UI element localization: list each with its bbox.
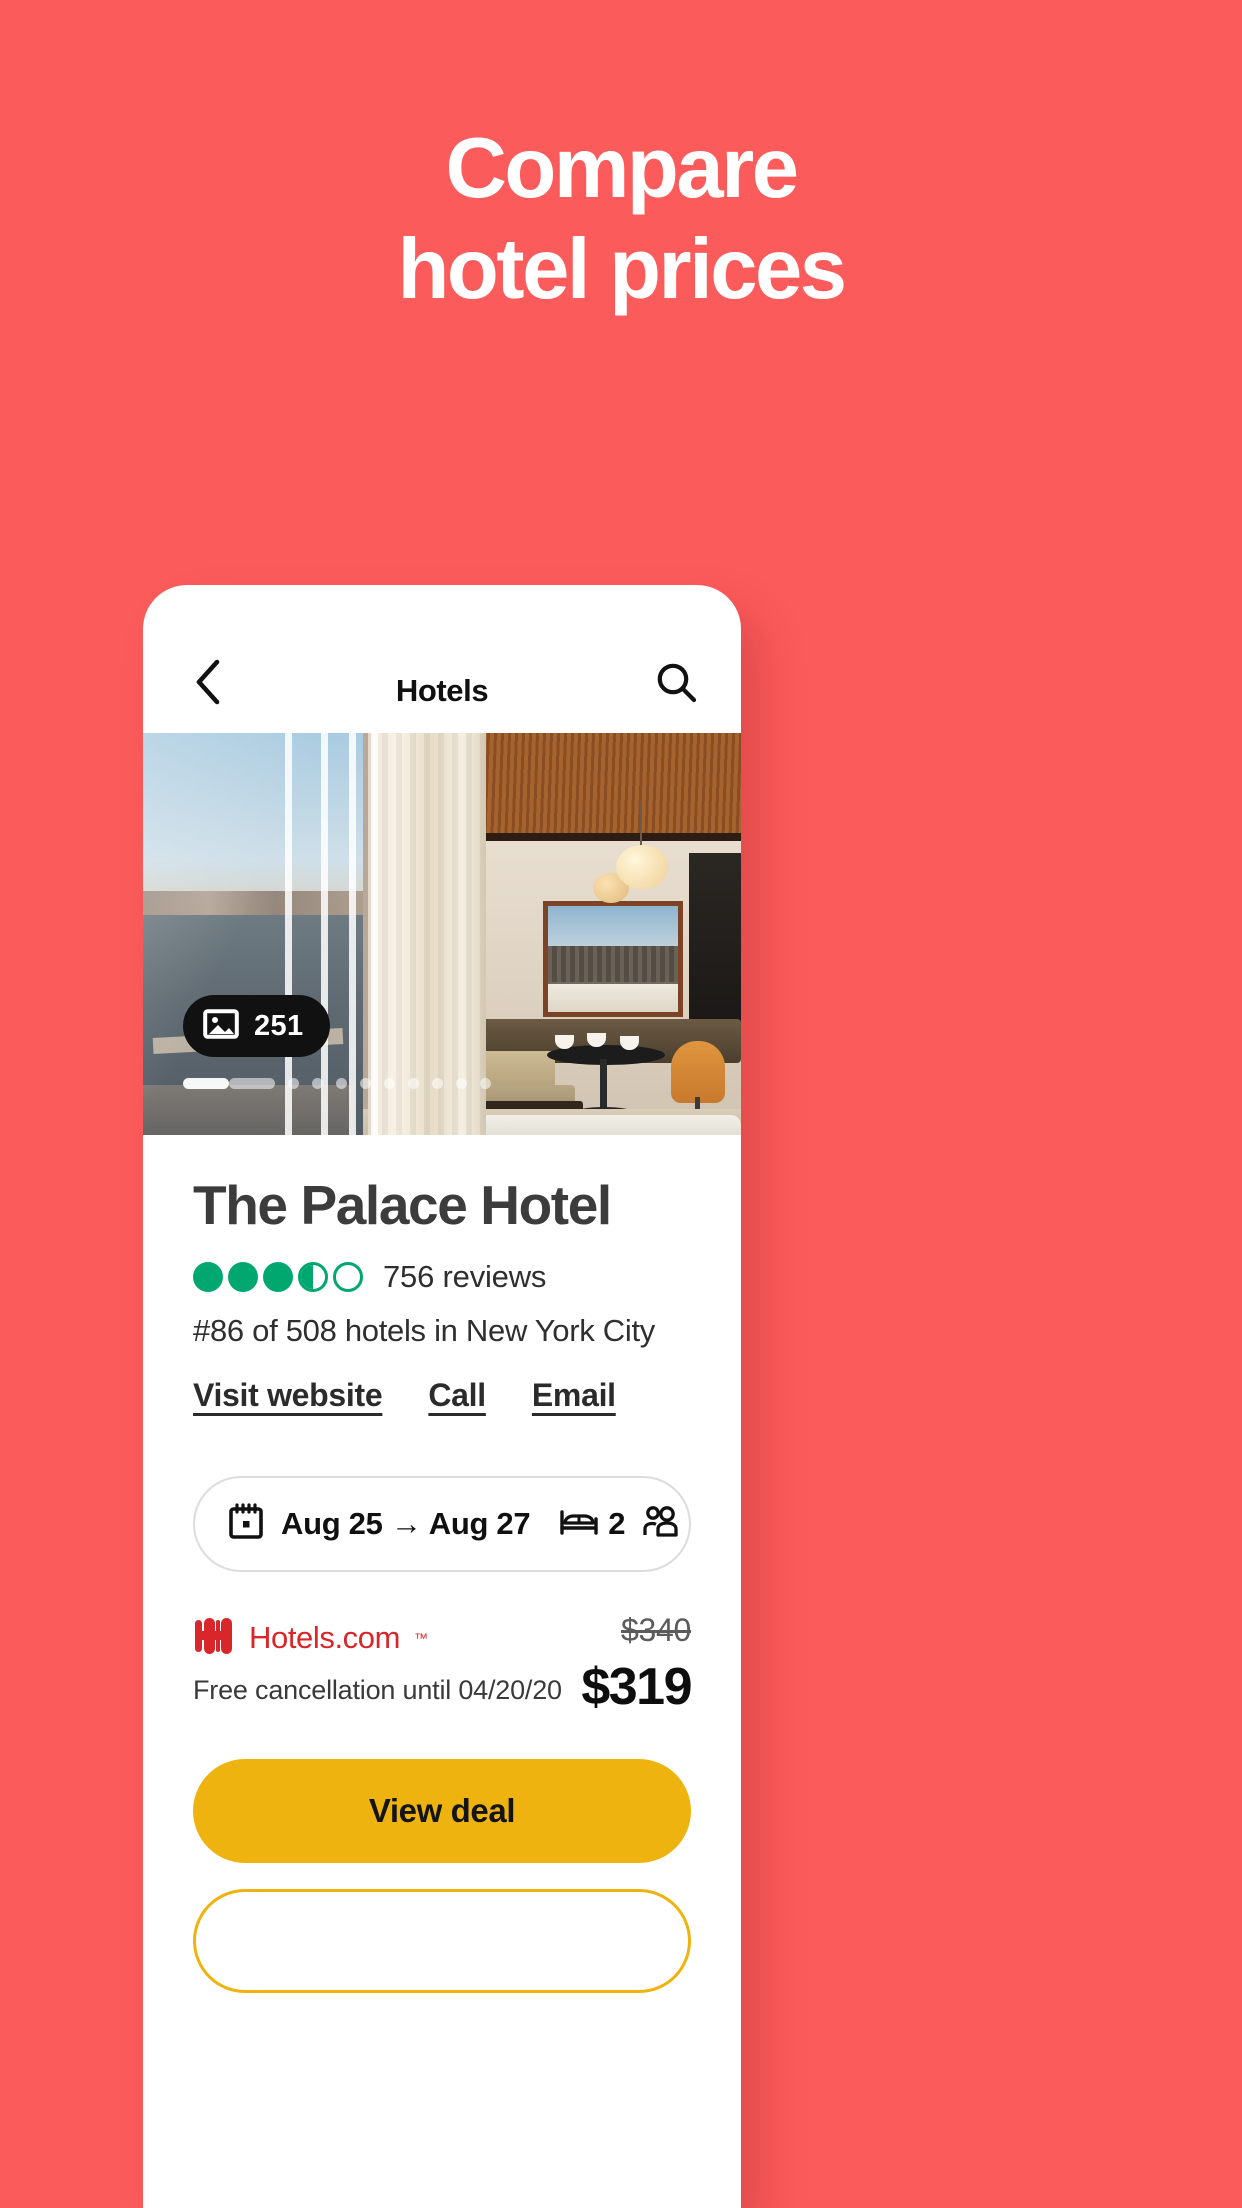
carousel-dot[interactable] bbox=[480, 1078, 491, 1089]
carousel-dot[interactable] bbox=[336, 1078, 347, 1089]
search-criteria-pill: Aug 25 → Aug 27 2 bbox=[193, 1475, 691, 1572]
carousel-dot[interactable] bbox=[432, 1078, 443, 1089]
promo-headline: Compare hotel prices bbox=[0, 126, 1242, 312]
carousel-dot[interactable] bbox=[408, 1078, 419, 1089]
carousel-dot[interactable] bbox=[360, 1078, 371, 1089]
deal-price-block: $340 $319 bbox=[581, 1611, 692, 1717]
provider-trademark: ™ bbox=[414, 1630, 429, 1647]
app-bar: Hotels bbox=[143, 585, 741, 733]
provider: Hotels.com ™ bbox=[193, 1616, 562, 1661]
rating-bubbles bbox=[193, 1261, 363, 1292]
photo-count-label: 251 bbox=[254, 1009, 304, 1042]
hotel-room-photo bbox=[143, 733, 741, 1135]
guests-field[interactable]: 2 bbox=[642, 1505, 689, 1542]
hotel-ranking: #86 of 508 hotels in New York City bbox=[193, 1312, 655, 1348]
date-range-selector[interactable]: Aug 25 → Aug 27 bbox=[195, 1478, 531, 1570]
rating-bubble-empty bbox=[333, 1261, 363, 1292]
reviews-count: 756 reviews bbox=[383, 1258, 547, 1294]
hotel-action-links: Visit website Call Email bbox=[193, 1377, 691, 1414]
promo-headline-line-2: hotel prices bbox=[397, 222, 847, 317]
rooms-count: 2 bbox=[608, 1505, 626, 1541]
search-icon bbox=[654, 660, 698, 709]
current-price: $319 bbox=[581, 1657, 692, 1716]
provider-name: Hotels.com bbox=[249, 1620, 401, 1656]
hotel-detail-content: The Palace Hotel 756 reviews #86 of 508 … bbox=[143, 1135, 741, 1995]
phone-mockup: Hotels 251 The Palace Hotel 756 reviews … bbox=[143, 585, 741, 2208]
hotel-name: The Palace Hotel bbox=[193, 1174, 612, 1236]
promo-headline-line-1: Compare bbox=[445, 121, 799, 216]
secondary-deal-button[interactable] bbox=[193, 1888, 691, 1993]
rating-bubble-filled bbox=[263, 1261, 293, 1292]
search-button[interactable] bbox=[649, 657, 703, 711]
calendar-icon bbox=[229, 1503, 263, 1544]
carousel-dots[interactable] bbox=[183, 1078, 491, 1089]
visit-website-link[interactable]: Visit website bbox=[193, 1377, 383, 1414]
rating-row: 756 reviews bbox=[193, 1259, 691, 1295]
rating-bubble-filled bbox=[193, 1261, 223, 1292]
carousel-dot[interactable] bbox=[312, 1078, 323, 1089]
carousel-dot[interactable] bbox=[384, 1078, 395, 1089]
call-link[interactable]: Call bbox=[428, 1377, 486, 1414]
image-icon bbox=[203, 1008, 239, 1044]
hotels-com-logo-icon bbox=[193, 1616, 235, 1661]
carousel-dot[interactable] bbox=[456, 1078, 467, 1089]
occupancy-selector[interactable]: 2 2 bbox=[530, 1478, 689, 1570]
deal-provider-block: Hotels.com ™ Free cancellation until 04/… bbox=[193, 1612, 562, 1706]
cancellation-policy: Free cancellation until 04/20/20 bbox=[193, 1674, 562, 1705]
email-link[interactable]: Email bbox=[532, 1377, 616, 1414]
rating-bubble-half bbox=[298, 1261, 328, 1292]
carousel-dot[interactable] bbox=[288, 1078, 299, 1089]
chevron-left-icon bbox=[193, 659, 223, 710]
bed-icon bbox=[560, 1506, 598, 1541]
back-button[interactable] bbox=[181, 657, 235, 711]
rooms-field[interactable]: 2 bbox=[560, 1505, 626, 1542]
view-deal-button[interactable]: View deal bbox=[193, 1758, 691, 1863]
people-icon bbox=[642, 1505, 682, 1542]
date-range-label: Aug 25 → Aug 27 bbox=[281, 1505, 531, 1541]
carousel-dot-track[interactable] bbox=[229, 1078, 275, 1089]
rating-bubble-filled bbox=[228, 1261, 258, 1292]
carousel-dot-active[interactable] bbox=[183, 1078, 229, 1089]
hotel-photo-carousel[interactable]: 251 bbox=[143, 733, 741, 1135]
photo-count-badge[interactable]: 251 bbox=[183, 995, 330, 1057]
original-price: $340 bbox=[621, 1611, 691, 1648]
deal-row: Hotels.com ™ Free cancellation until 04/… bbox=[193, 1611, 692, 1717]
